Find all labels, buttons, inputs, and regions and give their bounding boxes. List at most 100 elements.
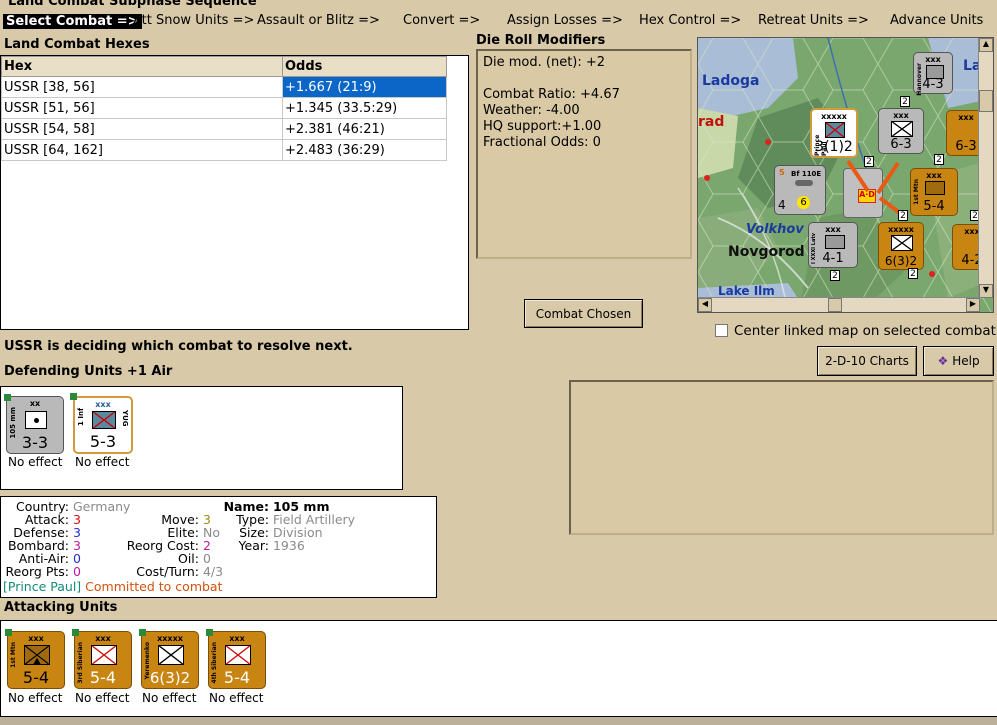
unit-symbol-icon — [925, 181, 945, 195]
map-counter-6-3-a[interactable]: xxx 6-3 — [878, 108, 924, 154]
seq-select-combat[interactable]: Select Combat => — [3, 14, 142, 29]
info-country: Germany — [72, 499, 131, 514]
stack-count-badge: 2 — [908, 268, 918, 279]
attacking-unit-4th-siberian[interactable]: xxx 4th Siberian 5-4 — [206, 629, 266, 689]
defending-unit-1-inf-yug[interactable]: xxx 1 Inf YUG 5-3 — [70, 393, 133, 454]
scroll-up-icon[interactable]: ▲ — [979, 38, 993, 52]
land-combat-hexes-label: Land Combat Hexes — [4, 37, 150, 52]
map-label-novgorod: Novgorod — [728, 244, 805, 260]
center-map-label: Center linked map on selected combat. — [734, 323, 997, 339]
attacking-unit-1st-mtn[interactable]: xxx 1st Mtn 5-4 — [5, 629, 65, 689]
hex-cell[interactable]: USSR [64, 162] — [1, 139, 283, 161]
odds-cell[interactable]: +2.483 (36:29) — [282, 139, 447, 161]
stack-count-badge: 2 — [864, 156, 874, 167]
map-counter-hannover[interactable]: xxx Hannover 4-3 — [913, 52, 953, 96]
table-row[interactable]: USSR [38, 56] +1.667 (21:9) — [1, 76, 447, 98]
die-mod-net: Die mod. (net): +2 — [483, 55, 606, 70]
die-roll-modifiers-label: Die Roll Modifiers — [476, 33, 606, 48]
hex-cell[interactable]: USSR [54, 58] — [1, 118, 283, 140]
hq-symbol-icon — [158, 645, 184, 665]
info-committed: Committed to combat — [85, 579, 223, 594]
stack-count-badge: 2 — [898, 210, 908, 221]
map-counter-bf110e[interactable]: 5 Bf 110E 4 6 — [774, 165, 826, 215]
aircraft-icon — [795, 180, 813, 186]
attacking-unit-effect: No effect — [209, 691, 264, 705]
unit-symbol-icon — [891, 121, 913, 137]
seq-advance-units[interactable]: Advance Units — [890, 13, 983, 28]
attacking-units-label: Attacking Units — [4, 600, 118, 615]
map-label-lake-ilm: Lake Ilm — [718, 284, 775, 298]
map-vertical-scrollbar[interactable]: ▲ ▼ — [978, 38, 993, 298]
attacking-unit-3rd-siberian[interactable]: xxx 3rd Siberian 5-4 — [72, 629, 132, 689]
scroll-thumb[interactable] — [979, 90, 993, 112]
seq-assign-losses[interactable]: Assign Losses => — [507, 13, 623, 28]
table-row[interactable]: USSR [51, 56] +1.345 (33.5:29) — [1, 97, 447, 119]
mountain-symbol-icon — [24, 645, 50, 665]
weather-mod: Weather: -4.00 — [483, 103, 580, 118]
infantry-symbol-icon — [91, 645, 117, 665]
map-counter-1st-mtn[interactable]: xxx 1st Mtn 5-4 — [910, 168, 958, 216]
defending-unit-effect: No effect — [75, 455, 130, 469]
seq-convert[interactable]: Convert => — [403, 13, 480, 28]
map-counter-6-3-2[interactable]: xxxxx 6(3)2 — [878, 222, 924, 270]
hexes-col-hex[interactable]: Hex — [1, 56, 283, 77]
map-counter-4-1[interactable]: xxx I XXXI Latv 4-1 — [808, 222, 858, 268]
hq-support: HQ support:+1.00 — [483, 119, 602, 134]
fractional-odds: Fractional Odds: 0 — [483, 135, 601, 150]
seq-retreat-units[interactable]: Retreat Units => — [758, 13, 869, 28]
combat-ratio: Combat Ratio: +4.67 — [483, 87, 620, 102]
seq-assault-or-blitz[interactable]: Assault or Blitz => — [257, 13, 380, 28]
hexes-col-odds[interactable]: Odds — [282, 56, 447, 77]
map-label-volkhov: Volkhov — [746, 222, 804, 237]
info-cost-turn: 4/3 — [202, 564, 224, 579]
table-row[interactable]: USSR [54, 58] +2.381 (46:21) — [1, 118, 447, 140]
attacking-unit-yeremenko[interactable]: xxxxx Yeremenko 6(3)2 — [139, 629, 199, 689]
status-marker-icon — [70, 393, 77, 400]
map-horizontal-scrollbar[interactable]: ◀ ▶ — [698, 297, 980, 312]
map-label-rad: rad — [698, 114, 725, 130]
window-title: Land Combat Subphase Sequence — [8, 0, 257, 9]
combat-chosen-button[interactable]: Combat Chosen — [524, 299, 643, 328]
map-counter-prince-paul[interactable]: xxxxx Prince Paul 3(1)2 — [810, 108, 858, 158]
subphase-sequence-bar: Select Combat => Att Snow Units => Assau… — [0, 9, 997, 34]
scroll-left-icon[interactable]: ◀ — [698, 298, 712, 312]
unit-symbol-icon — [891, 235, 913, 251]
stack-count-badge: 2 — [830, 270, 840, 281]
combat-results-panel — [569, 380, 994, 535]
defending-unit-105mm[interactable]: xx 105 mm 3-3 — [4, 394, 64, 454]
stack-count-badge: 2 — [934, 154, 944, 165]
window-title-strip: Land Combat Subphase Sequence — [0, 0, 997, 9]
info-year: 1936 — [272, 538, 305, 553]
unit-symbol-icon — [825, 122, 845, 138]
odds-cell[interactable]: +1.345 (33.5:29) — [282, 97, 447, 119]
help-button[interactable]: ❖ Help — [923, 346, 994, 376]
unit-info-panel: Country: Germany Attack: 3 Defense: 3 Bo… — [0, 496, 437, 598]
seq-hex-control[interactable]: Hex Control => — [639, 13, 741, 28]
help-book-icon: ❖ — [937, 354, 949, 368]
die-roll-modifiers-panel: Die mod. (net): +2 Combat Ratio: +4.67 W… — [476, 49, 692, 259]
stack-count-badge: 2 — [900, 96, 910, 107]
attacking-units-panel: xxx 1st Mtn 5-4 No effect xxx 3rd Siberi… — [0, 620, 997, 717]
map-label-ladoga: Ladoga — [702, 73, 760, 89]
seq-att-snow-units[interactable]: Att Snow Units => — [133, 13, 254, 28]
table-row[interactable]: USSR [64, 162] +2.483 (36:29) — [1, 139, 447, 161]
status-text: USSR is deciding which combat to resolve… — [4, 339, 353, 354]
scroll-right-icon[interactable]: ▶ — [966, 298, 980, 312]
scroll-thumb[interactable] — [828, 298, 842, 312]
attacking-unit-effect: No effect — [8, 691, 63, 705]
hexes-table: Hex Odds USSR [38, 56] +1.667 (21:9) USS… — [1, 56, 447, 161]
defending-unit-effect: No effect — [8, 455, 63, 469]
mini-map[interactable]: Ladoga La rad Volkhov Novgorod Lake Ilm … — [697, 37, 994, 313]
center-map-checkbox[interactable] — [715, 324, 728, 337]
range-badge: 6 — [797, 196, 810, 209]
artillery-symbol-icon — [25, 411, 47, 429]
odds-cell[interactable]: +2.381 (46:21) — [282, 118, 447, 140]
hex-cell[interactable]: USSR [51, 56] — [1, 97, 283, 119]
help-label: Help — [952, 354, 980, 368]
hex-cell[interactable]: USSR [38, 56] — [1, 76, 283, 98]
charts-button[interactable]: 2-D-10 Charts — [817, 346, 917, 376]
infantry-symbol-icon — [225, 645, 251, 665]
infantry-symbol-icon — [92, 411, 116, 429]
scroll-down-icon[interactable]: ▼ — [979, 284, 993, 298]
odds-cell[interactable]: +1.667 (21:9) — [282, 76, 447, 98]
